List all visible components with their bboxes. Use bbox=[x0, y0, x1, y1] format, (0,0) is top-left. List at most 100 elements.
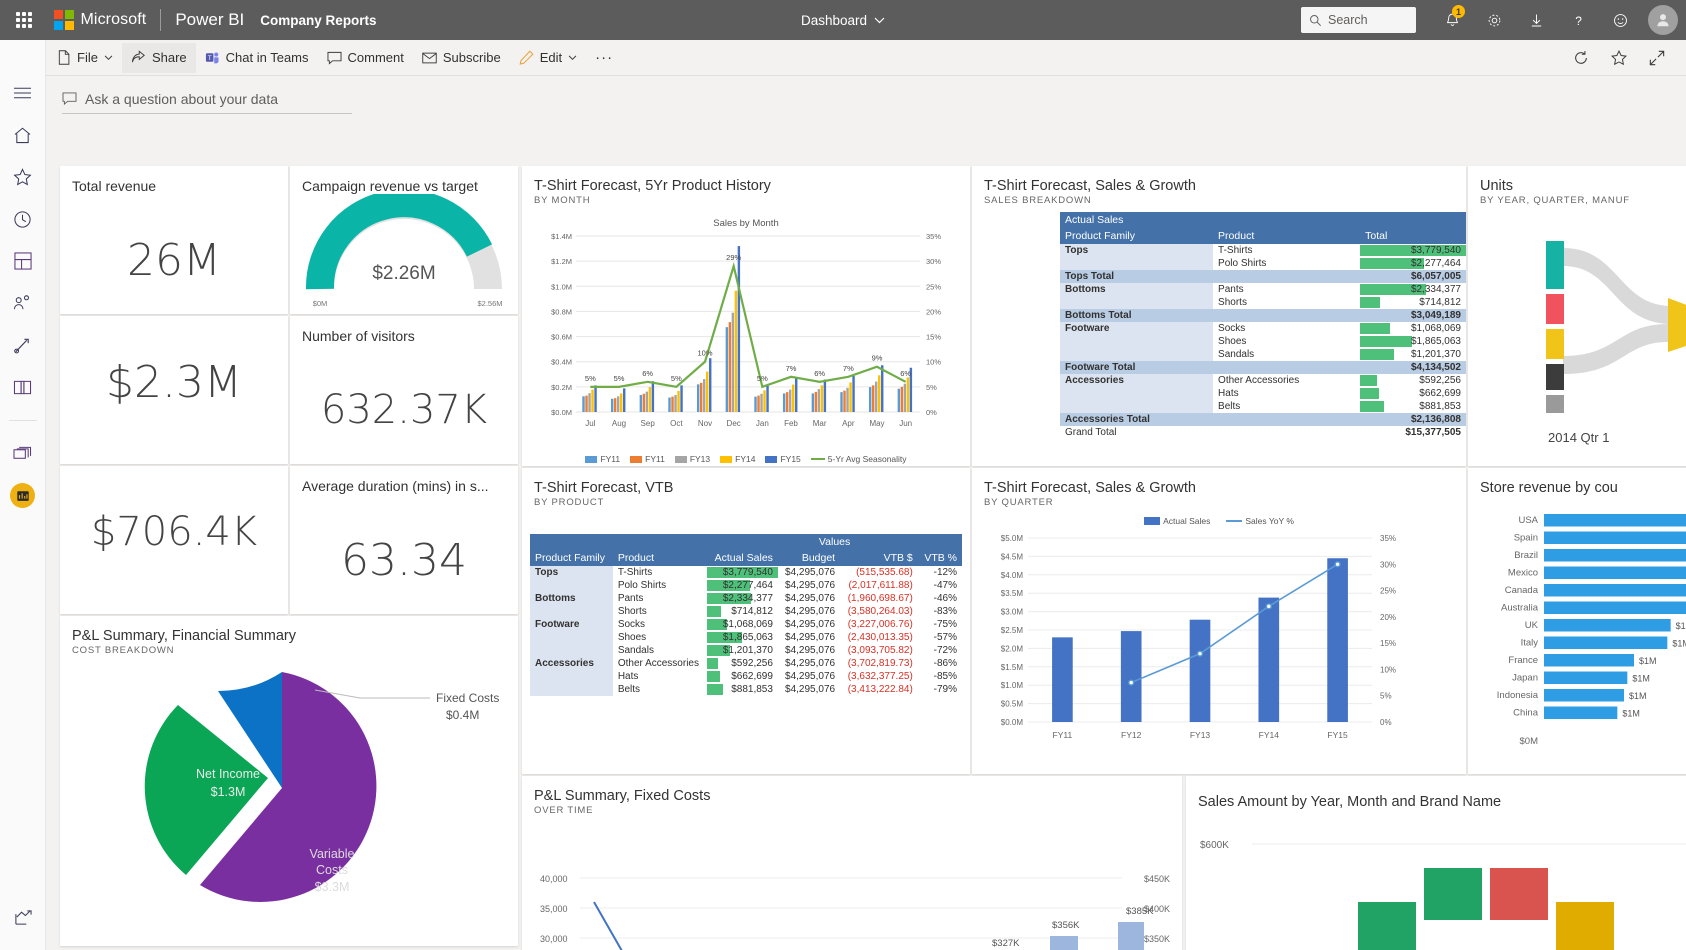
favorite-button[interactable] bbox=[1602, 43, 1636, 73]
xlabel-Feb: Feb bbox=[784, 419, 798, 428]
bar-Aug-FY15 bbox=[623, 388, 626, 412]
ytick-7: $1.4M bbox=[551, 232, 572, 241]
share-button[interactable]: Share bbox=[121, 42, 196, 73]
q-xlabel-FY12: FY12 bbox=[1121, 730, 1142, 740]
cell-vtb-dollar: (3,702,819.73) bbox=[847, 658, 913, 669]
tile-pl-fixed-costs[interactable]: P&L Summary, Fixed Costs OVER TIME 40,00… bbox=[522, 776, 1182, 950]
table-row[interactable]: Footware Total $4,134,502 bbox=[1060, 361, 1466, 374]
table-row[interactable]: Tops Total $6,057,005 bbox=[1060, 270, 1466, 283]
bar-Apr-FY14 bbox=[849, 382, 852, 412]
tile-units[interactable]: Units BY YEAR, QUARTER, MANUF 2014 Qtr 1 bbox=[1468, 166, 1686, 466]
home-icon[interactable] bbox=[8, 122, 38, 148]
fullscreen-button[interactable] bbox=[1640, 43, 1674, 73]
tile-sales-growth-quarter[interactable]: T-Shirt Forecast, Sales & Growth BY QUAR… bbox=[972, 468, 1466, 774]
tile-revenue-value[interactable]: $2.3M bbox=[60, 316, 288, 464]
table-row[interactable]: Accessories Other Accessories $592,256 $4,2… bbox=[530, 657, 962, 670]
tile-number-of-visitors[interactable]: Number of visitors 632.37K bbox=[290, 316, 518, 464]
sales-breakdown-matrix[interactable]: Actual Sales Product Family Product Total To… bbox=[1060, 212, 1466, 439]
table-row[interactable]: Shorts $714,812 $4,295,076 (3,580,264.03) -8… bbox=[530, 605, 962, 618]
feedback-button[interactable] bbox=[1600, 0, 1640, 40]
tile-tshirt-forecast-vtb[interactable]: T-Shirt Forecast, VTB BY PRODUCT Values P… bbox=[522, 468, 970, 774]
download-button[interactable] bbox=[1516, 0, 1556, 40]
chart-inner-title: Sales by Month bbox=[713, 218, 778, 229]
qa-search-input[interactable]: Ask a question about your data bbox=[62, 84, 352, 114]
line-label-Dec: 29% bbox=[726, 253, 741, 262]
get-data-icon[interactable] bbox=[8, 904, 38, 930]
table-row[interactable]: Footware Socks $1,068,069 bbox=[1060, 322, 1466, 335]
help-button[interactable]: ? bbox=[1558, 0, 1598, 40]
tile-tshirt-forecast-history[interactable]: T-Shirt Forecast, 5Yr Product History BY… bbox=[522, 166, 970, 466]
table-row[interactable]: Sandals $1,201,370 bbox=[1060, 348, 1466, 361]
apps-icon[interactable] bbox=[8, 248, 38, 274]
tile-campaign-revenue-gauge[interactable]: Campaign revenue vs target $2.26M $0M $2… bbox=[290, 166, 518, 314]
table-row[interactable]: Hats $662,699 bbox=[1060, 387, 1466, 400]
table-row[interactable]: Tops T-Shirts $3,779,540 $4,295,076 (515,535… bbox=[530, 566, 962, 579]
cell-family bbox=[1060, 296, 1214, 309]
table-row[interactable]: Footware Socks $1,068,069 $4,295,076 (3,227,… bbox=[530, 618, 962, 631]
sr-label-Japan: Japan bbox=[1512, 673, 1538, 684]
tile-sales-amount-by-brand[interactable]: Sales Amount by Year, Month and Brand Na… bbox=[1186, 776, 1686, 950]
table-row[interactable]: Bottoms Pants $2,334,377 bbox=[1060, 283, 1466, 296]
cell-product: Shoes bbox=[1218, 336, 1247, 347]
recent-icon[interactable] bbox=[8, 206, 38, 232]
microsoft-logo[interactable]: Microsoft bbox=[48, 10, 146, 30]
table-row[interactable]: Grand Total $15,377,505 bbox=[1060, 426, 1466, 439]
y2tick-400k: $400K bbox=[1144, 904, 1170, 914]
tile-average-duration[interactable]: Average duration (mins) in s... 63.34 bbox=[290, 466, 518, 614]
workspaces-icon[interactable] bbox=[8, 441, 38, 467]
notifications-button[interactable]: 1 bbox=[1432, 0, 1472, 40]
table-row[interactable]: Shoes $1,865,063 $4,295,076 (2,430,013.35) -… bbox=[530, 631, 962, 644]
report-name[interactable]: Company Reports bbox=[260, 13, 376, 28]
table-row[interactable]: Hats $662,699 $4,295,076 (3,632,377.25) -85% bbox=[530, 670, 962, 683]
waffle-icon[interactable] bbox=[0, 0, 48, 40]
bar-Dec-FY11 bbox=[728, 322, 732, 412]
tile-store-revenue-by-country[interactable]: Store revenue by cou USA Spain Brazil Mexic… bbox=[1468, 468, 1686, 774]
header-divider bbox=[160, 9, 162, 31]
table-row[interactable]: Polo Shirts $2,277,464 bbox=[1060, 257, 1466, 270]
cell-actual-sales: $1,865,063 bbox=[707, 631, 778, 644]
table-row[interactable]: Accessories Total $2,136,808 bbox=[1060, 413, 1466, 426]
more-options-button[interactable]: ··· bbox=[586, 43, 622, 73]
learn-icon[interactable] bbox=[8, 374, 38, 400]
q-ytick-6: $3.0M bbox=[1001, 608, 1024, 617]
subscribe-button[interactable]: Subscribe bbox=[413, 43, 510, 73]
shared-with-me-icon[interactable] bbox=[8, 290, 38, 316]
refresh-button[interactable] bbox=[1564, 43, 1598, 73]
tile-sales-growth-breakdown[interactable]: T-Shirt Forecast, Sales & Growth SALES B… bbox=[972, 166, 1466, 466]
sr-bar-Australia bbox=[1544, 601, 1686, 614]
table-row[interactable]: Shoes $1,865,063 bbox=[1060, 335, 1466, 348]
vtb-matrix[interactable]: Values Product Family Product Actual Sales B… bbox=[530, 534, 962, 696]
nav-divider bbox=[8, 420, 37, 421]
dashboard-selector[interactable]: Dashboard bbox=[801, 13, 885, 28]
line-label-Jul: 5% bbox=[585, 374, 596, 383]
menu-icon[interactable] bbox=[8, 80, 38, 106]
edit-button[interactable]: Edit bbox=[510, 43, 586, 73]
powerbi-wordmark[interactable]: Power BI bbox=[175, 10, 244, 30]
y2tick-7: 35% bbox=[926, 232, 941, 241]
q-ytick-9: $4.5M bbox=[1001, 552, 1024, 561]
settings-button[interactable] bbox=[1474, 0, 1514, 40]
avatar[interactable] bbox=[1648, 5, 1678, 35]
tile-total-revenue[interactable]: Total revenue 26M bbox=[60, 166, 288, 314]
xlabel-Nov: Nov bbox=[698, 419, 712, 428]
tile-avg-revenue-value[interactable]: $706.4K bbox=[60, 466, 288, 614]
favorites-icon[interactable] bbox=[8, 164, 38, 190]
table-row[interactable]: Sandals $1,201,370 $4,295,076 (3,093,705.82… bbox=[530, 644, 962, 657]
table-row[interactable]: Bottoms Total $3,049,189 bbox=[1060, 309, 1466, 322]
table-row[interactable]: Accessories Other Accessories $592,256 bbox=[1060, 374, 1466, 387]
table-row[interactable]: Belts $881,853 $4,295,076 (3,413,222.84) -79… bbox=[530, 683, 962, 696]
table-row[interactable]: Tops T-Shirts $3,779,540 bbox=[1060, 244, 1466, 257]
table-row[interactable]: Shorts $714,812 bbox=[1060, 296, 1466, 309]
comment-button[interactable]: Comment bbox=[318, 43, 413, 73]
tile-pl-financial-summary[interactable]: P&L Summary, Financial Summary COST BREA… bbox=[60, 616, 518, 946]
chat-in-teams-button[interactable]: T Chat in Teams bbox=[196, 43, 318, 73]
bar-FY12 bbox=[1120, 631, 1142, 722]
file-menu-button[interactable]: File bbox=[48, 43, 122, 73]
table-row[interactable]: Belts $881,853 bbox=[1060, 400, 1466, 413]
deployment-pipelines-icon[interactable] bbox=[8, 332, 38, 358]
bar-Jan-FY11 bbox=[757, 395, 760, 412]
table-row[interactable]: Bottoms Pants $2,334,377 $4,295,076 (1,960,6… bbox=[530, 592, 962, 605]
table-row[interactable]: Polo Shirts $2,277,464 $4,295,076 (2,017,61… bbox=[530, 579, 962, 592]
search-input[interactable]: Search bbox=[1301, 7, 1416, 33]
current-workspace-icon[interactable] bbox=[10, 483, 35, 508]
